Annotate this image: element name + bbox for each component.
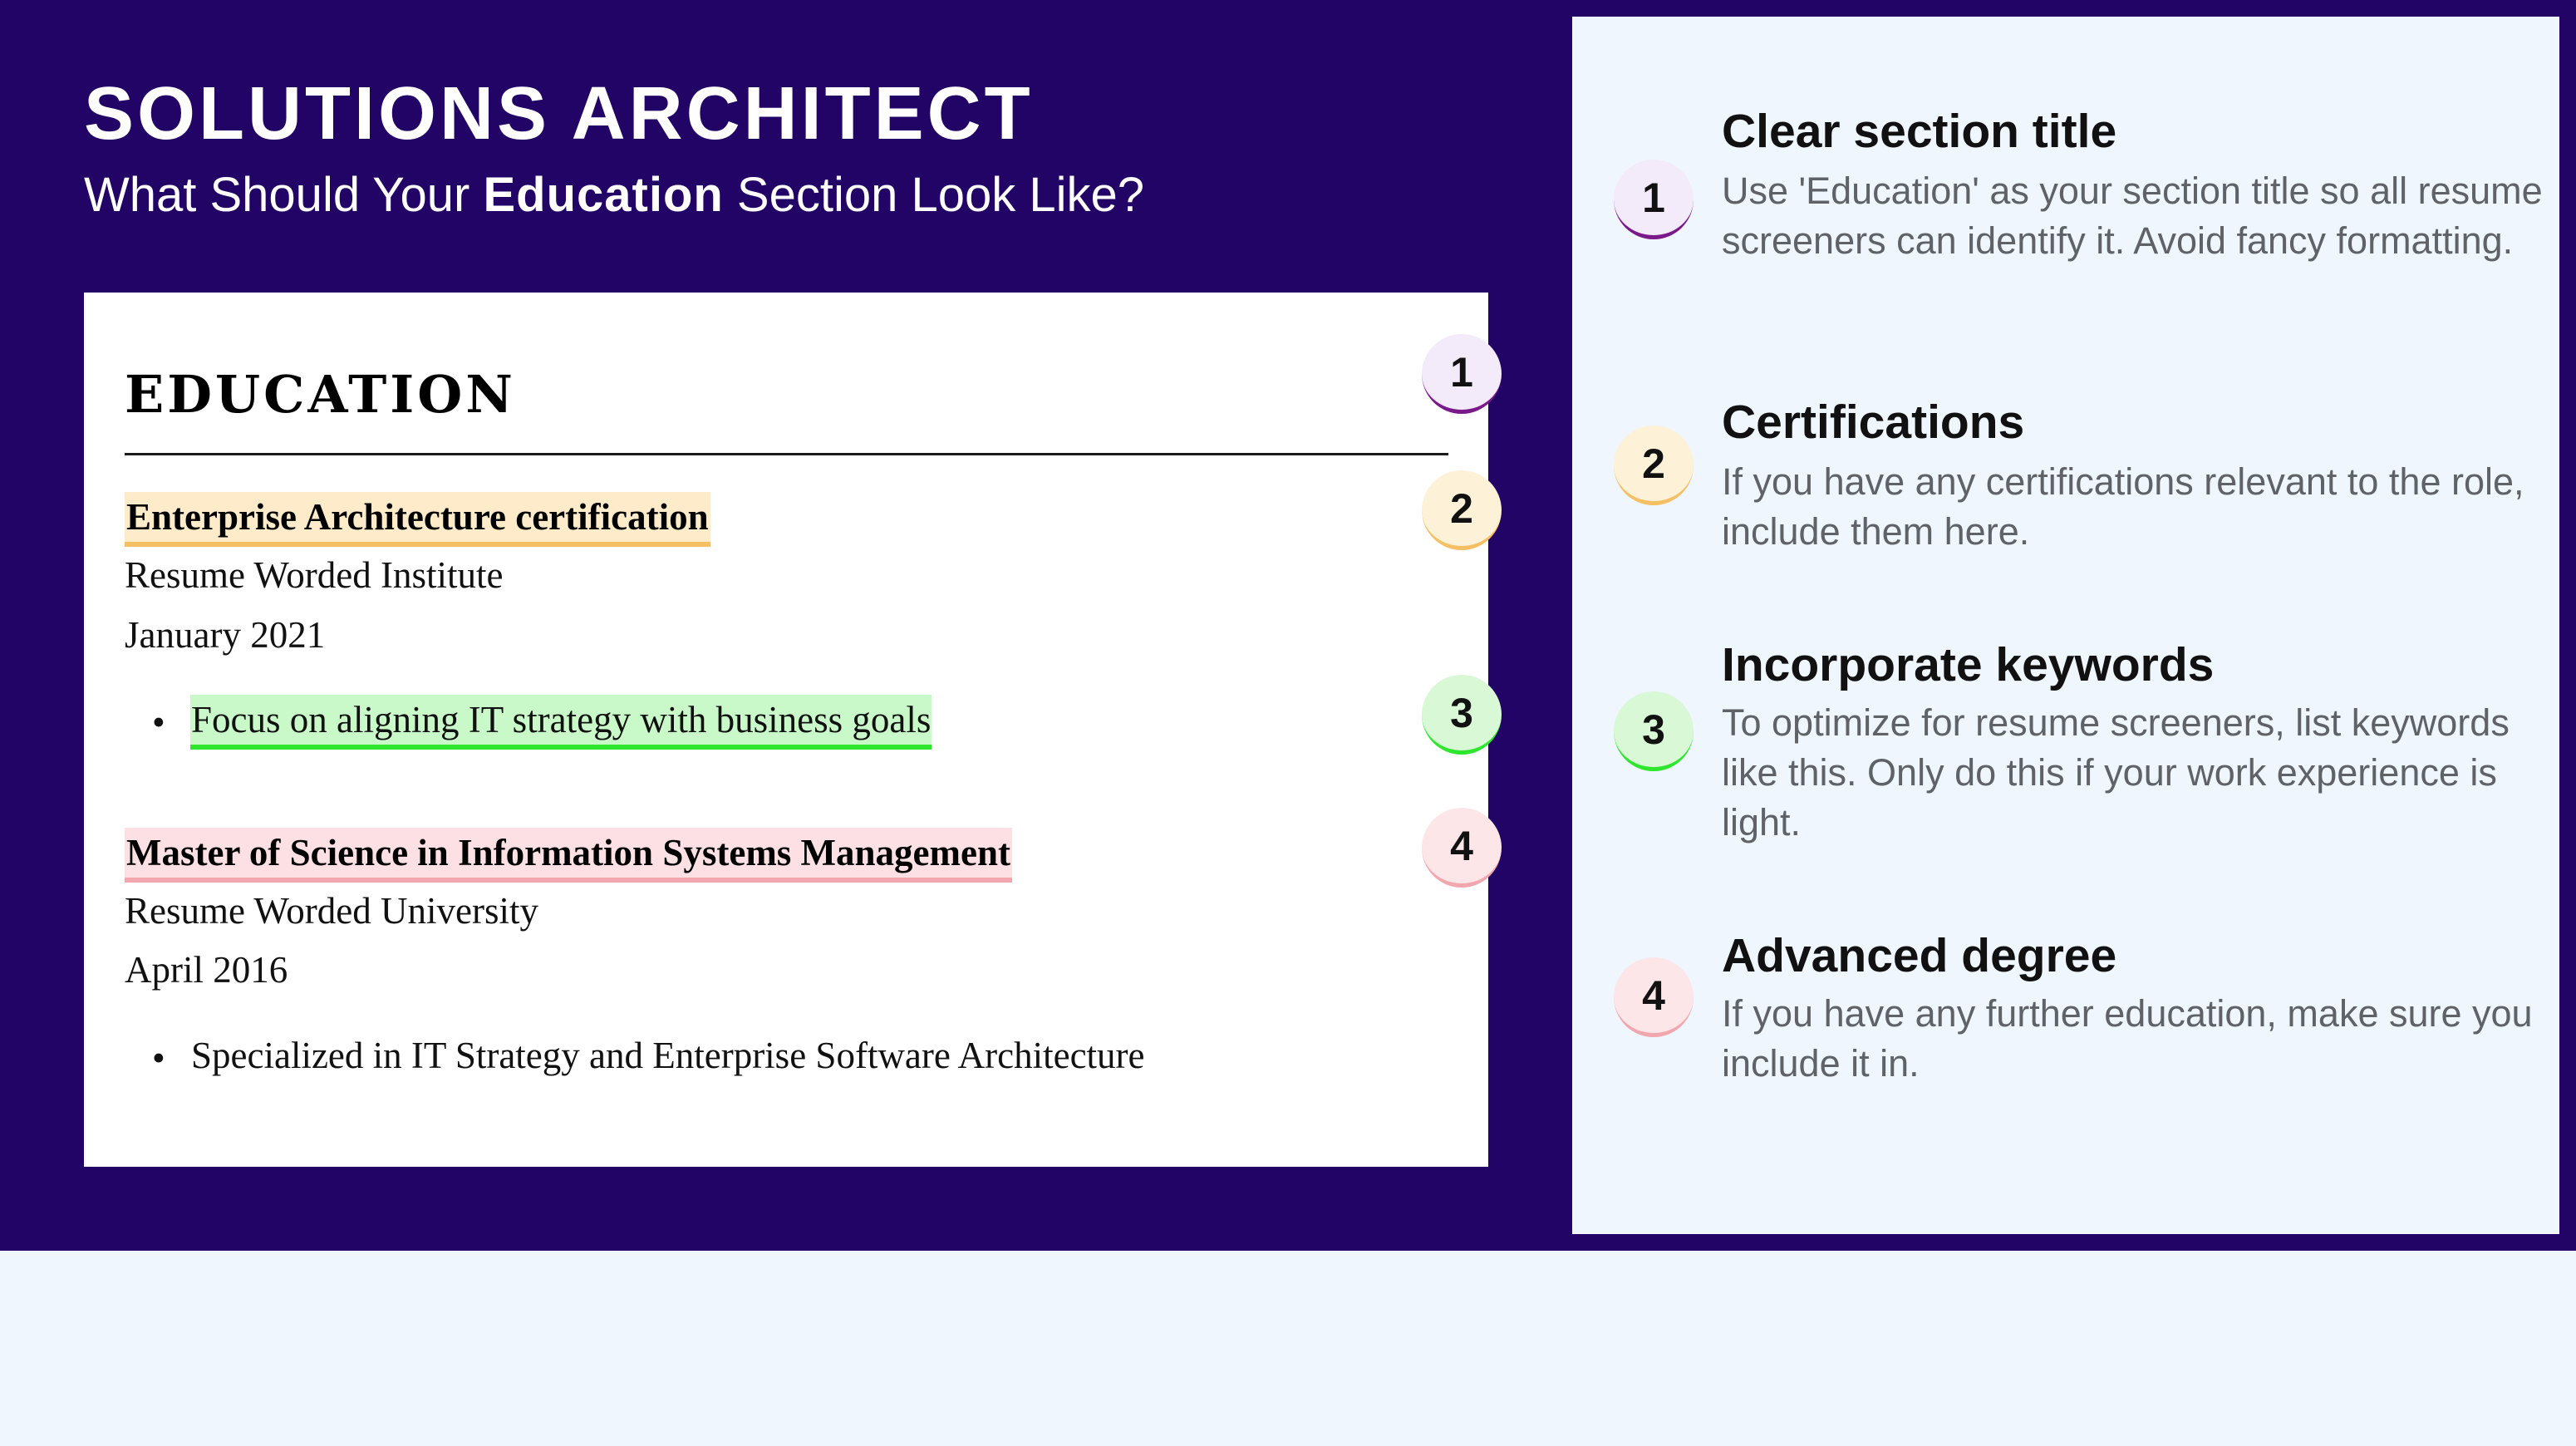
entry-1-title: Enterprise Architecture certification: [125, 492, 710, 547]
entry-1-institution: Resume Worded Institute: [125, 554, 504, 596]
tip-2-badge: 2: [1614, 425, 1694, 505]
subtitle-text-before: What Should Your: [84, 168, 484, 222]
tip-4-title: Advanced degree: [1722, 929, 2117, 982]
badge-1: 1: [1422, 334, 1502, 414]
page-title: SOLUTIONS ARCHITECT: [84, 72, 1034, 155]
entry-1-bullet: Focus on aligning IT strategy with busin…: [190, 695, 932, 750]
tip-2-body: If you have any certifications relevant …: [1722, 460, 2524, 553]
badge-2: 2: [1422, 470, 1502, 550]
bullet-dot: •: [152, 701, 165, 743]
entry-2-date: April 2016: [125, 949, 288, 991]
badge-4: 4: [1422, 808, 1502, 888]
entry-2-bullet: Specialized in IT Strategy and Enterpris…: [191, 1035, 1145, 1076]
page-subtitle: What Should Your Education Section Look …: [84, 162, 1144, 229]
entry-1-date: January 2021: [125, 614, 326, 656]
tips-panel: 1 Clear section title Use 'Education' as…: [1572, 17, 2559, 1234]
subtitle-bold-word: Education: [483, 168, 724, 222]
entry-2-title: Master of Science in Information Systems…: [125, 828, 1013, 883]
tip-3-badge: 3: [1614, 691, 1694, 771]
bullet-dot: •: [152, 1037, 165, 1079]
entry-2-institution: Resume Worded University: [125, 890, 538, 932]
tip-1-badge: 1: [1614, 160, 1694, 239]
subtitle-text-after: Section Look Like?: [723, 168, 1145, 222]
tip-2-title: Certifications: [1722, 396, 2025, 449]
tip-3-title: Incorporate keywords: [1722, 638, 2215, 691]
badge-3: 3: [1422, 675, 1502, 755]
education-heading: EDUCATION: [125, 364, 516, 425]
resume-sample-card: EDUCATION 1 Enterprise Architecture cert…: [84, 293, 1502, 1167]
tip-1-body: Use 'Education' as your section title so…: [1722, 170, 2543, 262]
tip-1-title: Clear section title: [1722, 105, 2117, 158]
tip-3-body: To optimize for resume screeners, list k…: [1722, 701, 2510, 844]
tip-4-badge: 4: [1614, 957, 1694, 1037]
tip-4-body: If you have any further education, make …: [1722, 992, 2533, 1084]
heading-divider: [125, 453, 1448, 455]
